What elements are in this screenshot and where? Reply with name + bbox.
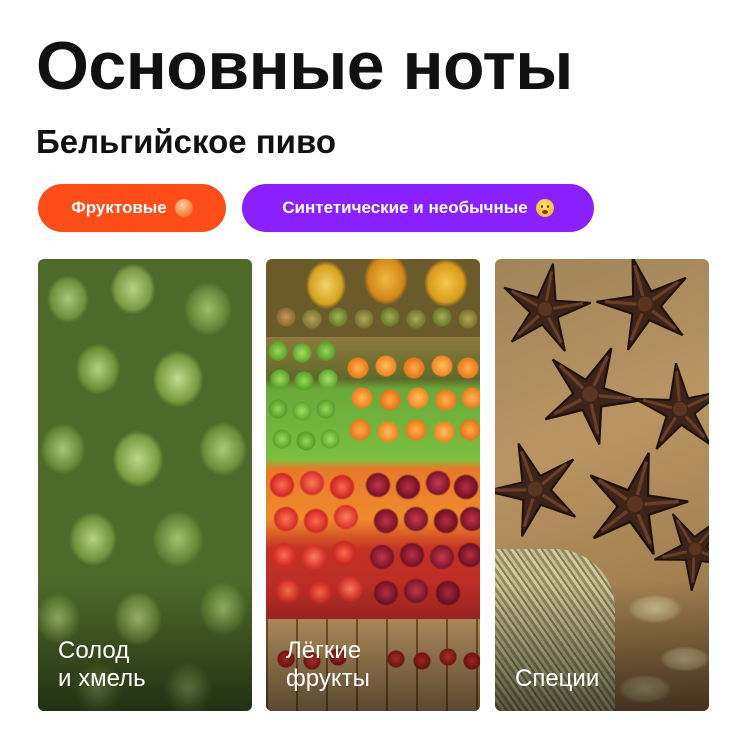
surprised-face-emoji-icon <box>535 199 554 217</box>
card-light-fruits[interactable]: Лёгкие фрукты <box>266 259 480 711</box>
card-light-fruits-label: Лёгкие фрукты <box>286 637 370 693</box>
card-label-line1: Солод <box>58 637 130 664</box>
card-spices[interactable]: Специи <box>495 259 709 711</box>
peach-emoji-icon <box>174 199 193 217</box>
card-label-line2: фрукты <box>286 665 370 692</box>
card-label-line1: Специи <box>515 665 600 692</box>
page-title: Основные ноты <box>36 28 573 104</box>
card-malt-hops[interactable]: Солод и хмель <box>38 259 252 711</box>
tag-synthetic-label: Синтетические и необычные <box>282 198 528 217</box>
card-malt-hops-label: Солод и хмель <box>58 637 146 693</box>
tag-fruity-label: Фруктовые <box>71 198 167 217</box>
tag-synthetic[interactable]: Синтетические и необычные <box>242 184 594 232</box>
tag-fruity[interactable]: Фруктовые <box>38 184 226 232</box>
card-label-line1: Лёгкие <box>286 637 362 664</box>
page-subtitle: Бельгийское пиво <box>36 123 336 160</box>
card-label-line2: и хмель <box>58 665 146 692</box>
card-spices-label: Специи <box>515 665 599 693</box>
